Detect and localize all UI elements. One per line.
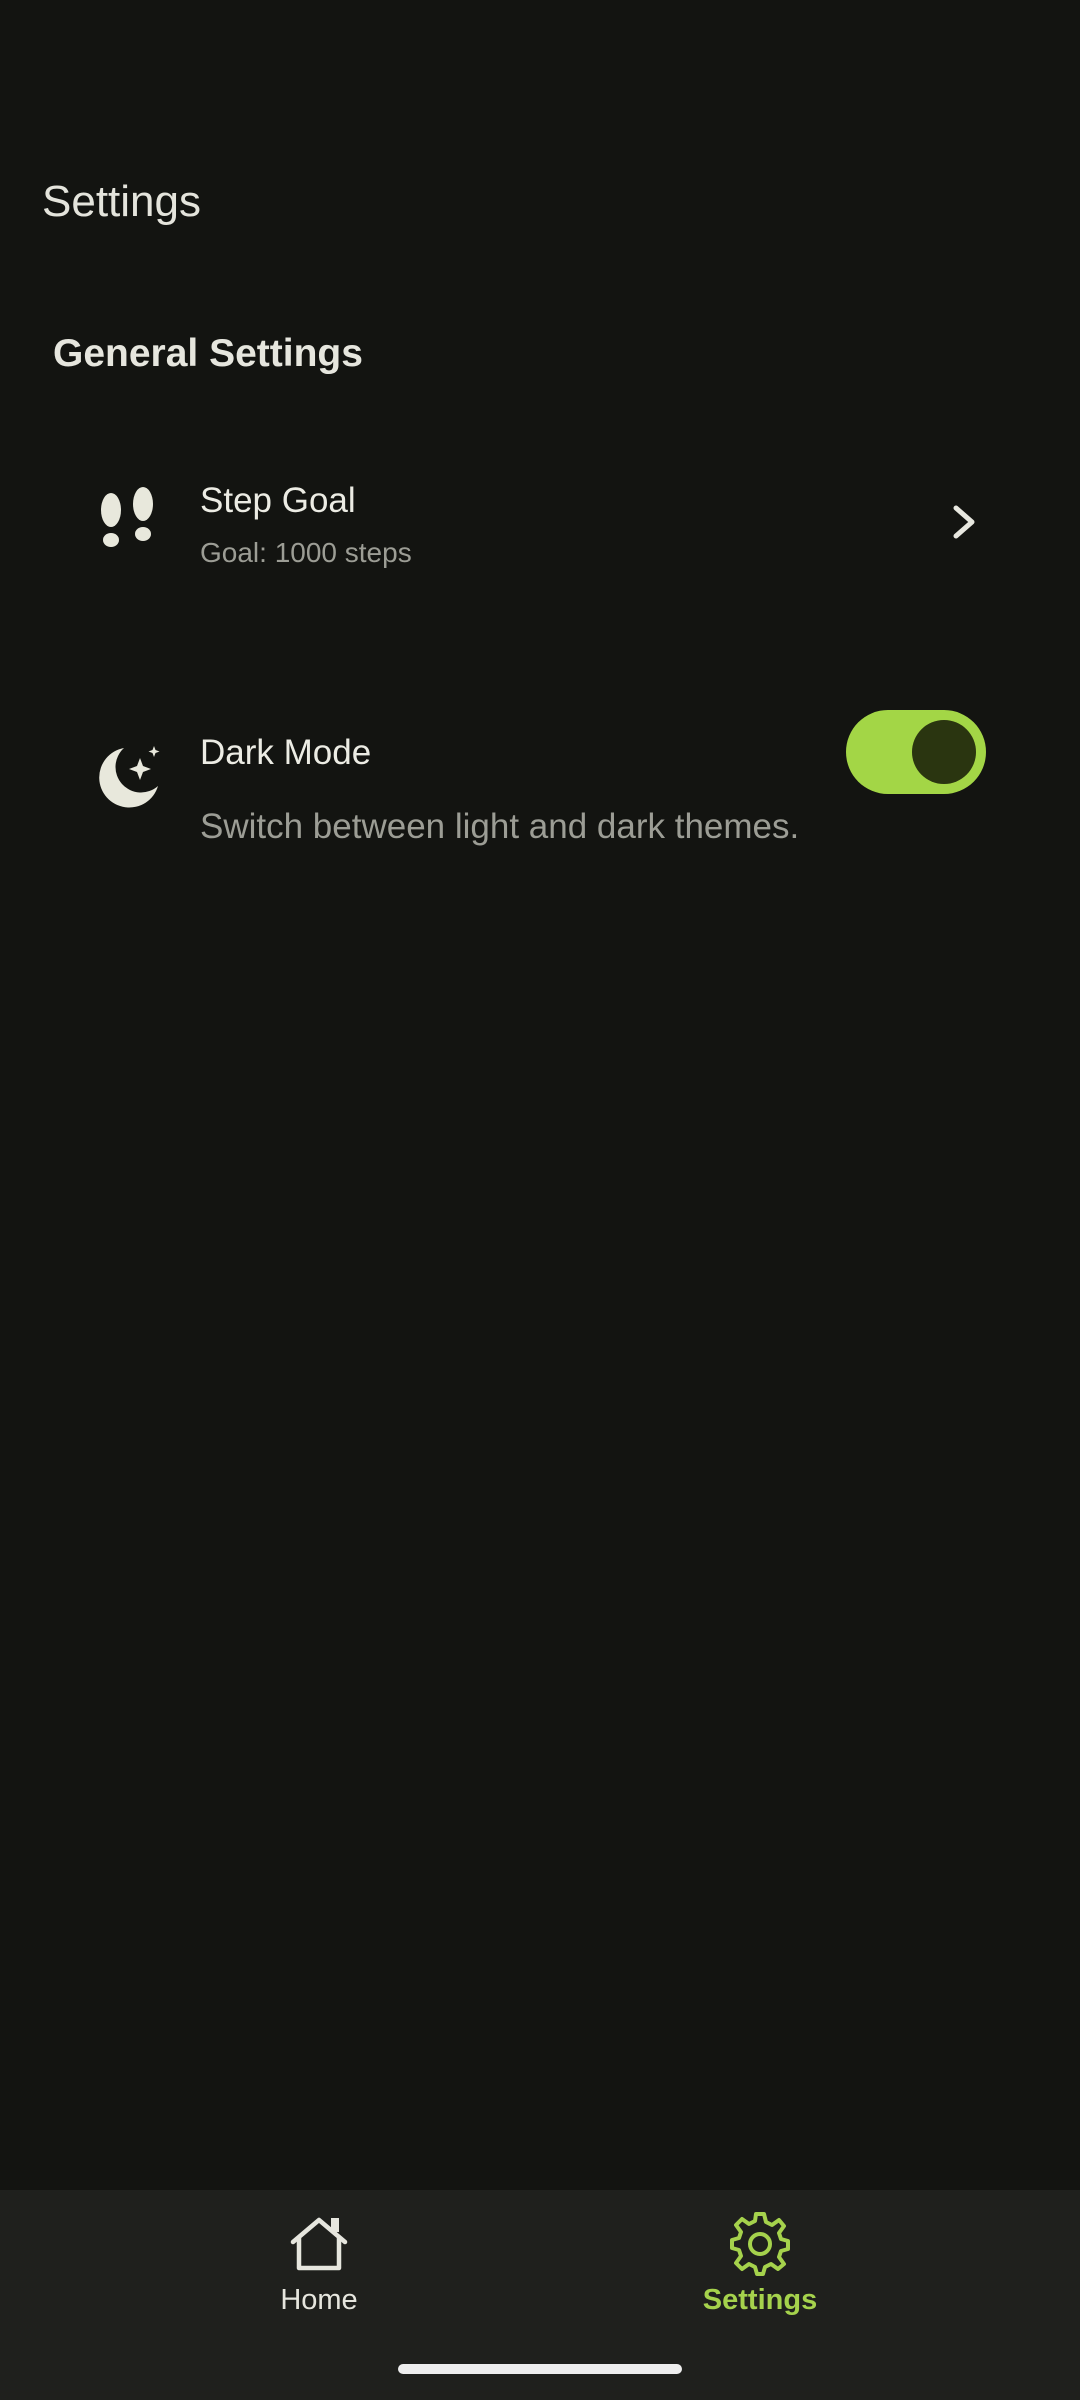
gear-icon bbox=[730, 2212, 790, 2276]
dark-mode-row: Dark Mode Switch between light and dark … bbox=[0, 680, 1080, 880]
step-goal-subtitle: Goal: 1000 steps bbox=[200, 537, 412, 568]
home-icon bbox=[290, 2217, 348, 2271]
dark-mode-toggle[interactable] bbox=[846, 710, 986, 794]
dark-mode-title: Dark Mode bbox=[200, 733, 372, 772]
step-goal-row[interactable]: Step Goal Goal: 1000 steps bbox=[0, 440, 1080, 600]
footprints-icon bbox=[101, 487, 153, 547]
nav-settings[interactable]: Settings bbox=[610, 2190, 910, 2340]
page-title: Settings bbox=[42, 177, 201, 226]
nav-home-label: Home bbox=[280, 2284, 358, 2316]
nav-home[interactable]: Home bbox=[169, 2190, 469, 2340]
moon-stars-icon bbox=[99, 746, 160, 808]
section-title: General Settings bbox=[53, 332, 363, 375]
toggle-knob bbox=[912, 720, 976, 784]
dark-mode-subtitle: Switch between light and dark themes. bbox=[200, 807, 800, 846]
nav-settings-label: Settings bbox=[702, 2284, 818, 2316]
step-goal-title: Step Goal bbox=[200, 481, 356, 520]
chevron-right-icon bbox=[953, 505, 975, 539]
home-indicator[interactable] bbox=[398, 2364, 682, 2374]
